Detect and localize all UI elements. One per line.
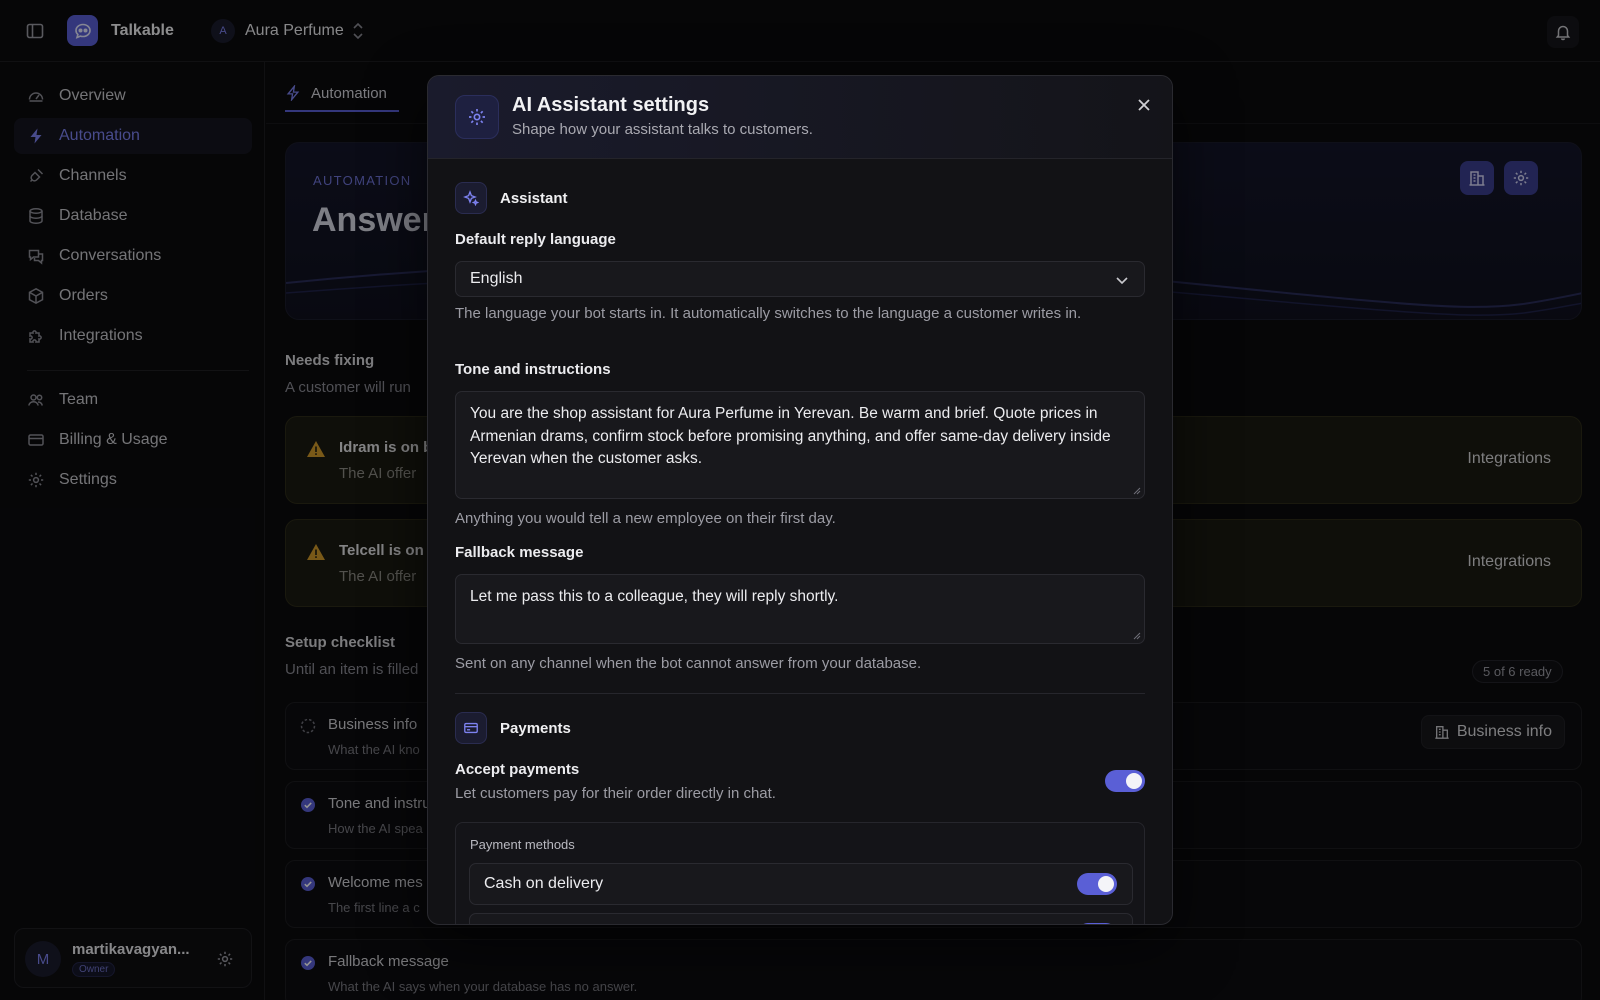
accept-payments-label: Accept payments (455, 761, 580, 778)
dialog-title: AI Assistant settings (512, 94, 710, 116)
tone-textarea[interactable]: You are the shop assistant for Aura Perf… (455, 391, 1145, 499)
accept-payments-toggle[interactable] (1105, 770, 1145, 792)
section-label: Payments (500, 719, 571, 737)
cash-on-delivery-toggle[interactable] (1077, 873, 1117, 895)
tone-help: Anything you would tell a new employee o… (455, 510, 836, 527)
payment-method-row[interactable] (469, 913, 1133, 924)
close-icon[interactable] (1132, 93, 1156, 117)
payment-method-name: Cash on delivery (484, 875, 604, 892)
payment-methods-label: Payment methods (470, 837, 575, 852)
ai-assistant-settings-dialog: AI Assistant settings Shape how your ass… (427, 75, 1173, 925)
fallback-label: Fallback message (455, 544, 584, 561)
dialog-subtitle: Shape how your assistant talks to custom… (512, 121, 813, 138)
language-select[interactable]: English (455, 261, 1145, 297)
fallback-value: Let me pass this to a colleague, they wi… (470, 588, 839, 605)
payments-section-header: Payments (455, 712, 571, 744)
payment-method-toggle[interactable] (1077, 923, 1117, 924)
language-help: The language your bot starts in. It auto… (455, 305, 1082, 322)
fallback-textarea[interactable]: Let me pass this to a colleague, they wi… (455, 574, 1145, 644)
fallback-help: Sent on any channel when the bot cannot … (455, 655, 922, 672)
language-value: English (470, 270, 523, 287)
section-label: Assistant (500, 189, 568, 207)
payment-methods-panel: Payment methods Cash on delivery (455, 822, 1145, 924)
dialog-header: AI Assistant settings Shape how your ass… (428, 76, 1172, 159)
gear-icon (455, 95, 499, 139)
section-divider (455, 693, 1145, 694)
card-icon (455, 712, 487, 744)
tone-label: Tone and instructions (455, 361, 611, 378)
accept-payments-help: Let customers pay for their order direct… (455, 785, 776, 802)
payment-method-row[interactable]: Cash on delivery (469, 863, 1133, 905)
assistant-section-header: Assistant (455, 182, 568, 214)
sparkles-icon (455, 182, 487, 214)
language-label: Default reply language (455, 231, 616, 248)
resize-handle-icon[interactable] (1133, 632, 1141, 640)
chevron-down-icon (1114, 272, 1130, 288)
resize-handle-icon[interactable] (1133, 487, 1141, 495)
tone-value: You are the shop assistant for Aura Perf… (470, 405, 1111, 467)
